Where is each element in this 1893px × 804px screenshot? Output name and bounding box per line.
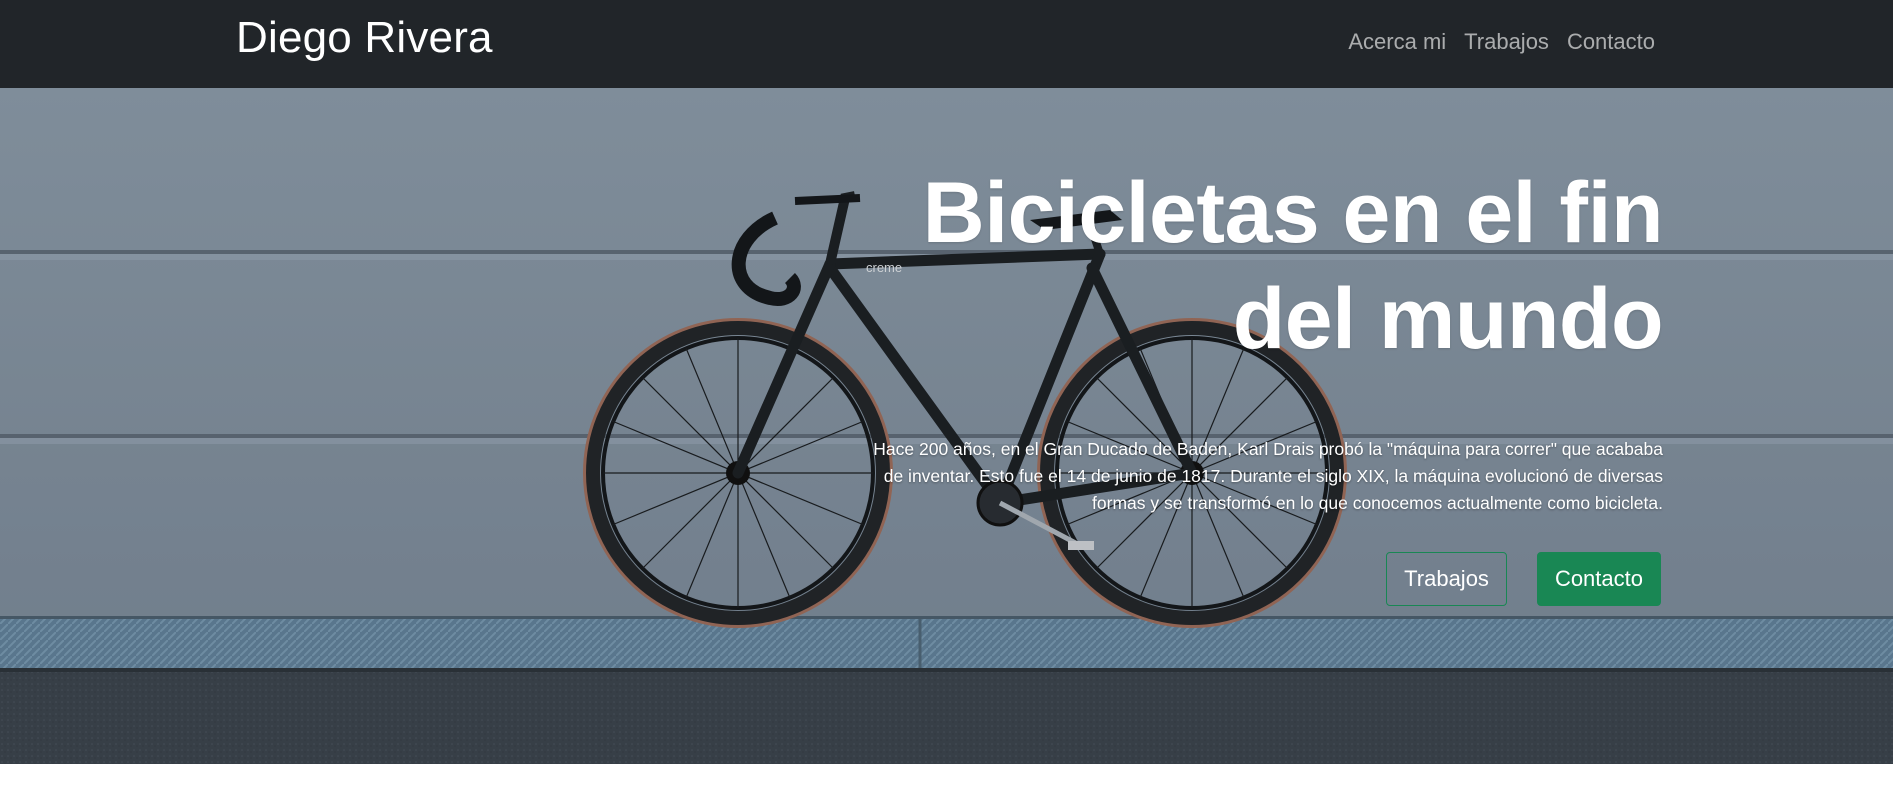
nav-link-acerca[interactable]: Acerca mi: [1348, 27, 1446, 57]
brand-logo[interactable]: Diego Rivera: [236, 10, 493, 66]
contacto-button[interactable]: Contacto: [1536, 552, 1661, 606]
hero-description-line1: Hace 200 años, en el Gran Ducado de Bade…: [873, 439, 1663, 459]
hero-title-line1: Bicicletas en el fin: [922, 165, 1664, 261]
hero-description-line2: de inventar. Esto fue el 14 de junio de …: [883, 466, 1663, 486]
hero-description: Hace 200 años, en el Gran Ducado de Bade…: [763, 436, 1663, 517]
hero-description-line3: formas y se transformó en lo que conocem…: [1092, 493, 1663, 513]
hero-buttons: Trabajos Contacto: [1386, 552, 1661, 606]
hero-title: Bicicletas en el fin del mundo: [763, 160, 1664, 372]
hero-title-line2: del mundo: [1232, 271, 1664, 367]
nav-link-contacto[interactable]: Contacto: [1567, 27, 1655, 57]
trabajos-button[interactable]: Trabajos: [1386, 552, 1507, 606]
hero-section: creme Bicicletas en el fin del mundo Hac…: [0, 88, 1893, 764]
navbar: Diego Rivera Acerca mi Trabajos Contacto: [0, 0, 1893, 88]
nav-links: Acerca mi Trabajos Contacto: [1348, 27, 1655, 57]
hero-text-block: Bicicletas en el fin del mundo Hace 200 …: [763, 160, 1663, 517]
nav-link-trabajos[interactable]: Trabajos: [1464, 27, 1549, 57]
